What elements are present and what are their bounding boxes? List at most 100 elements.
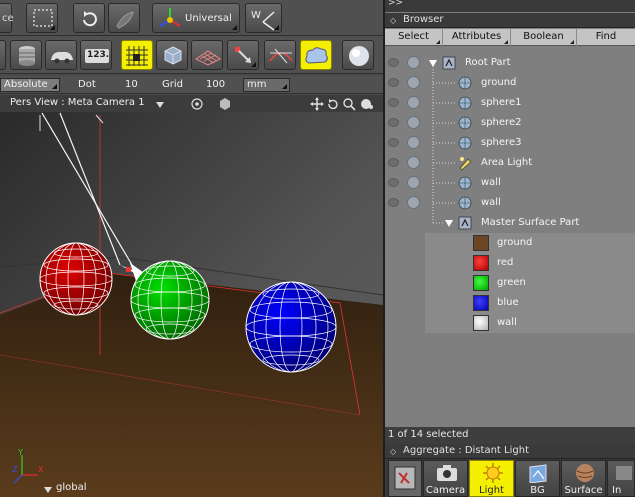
- pan-icon[interactable]: [310, 97, 324, 111]
- tree-item-wall-2[interactable]: wall: [385, 193, 635, 213]
- visibility-dot-icon[interactable]: [407, 76, 420, 89]
- move-point-button[interactable]: [227, 40, 259, 70]
- shape-icon: [458, 76, 472, 90]
- attributes-menu[interactable]: Attributes: [443, 29, 511, 46]
- visibility-dot-icon[interactable]: [407, 96, 420, 109]
- eye-icon[interactable]: [388, 178, 399, 187]
- expand-triangle-icon[interactable]: [445, 220, 453, 227]
- plane-snap-button[interactable]: [191, 40, 223, 70]
- rotate-icon: [83, 11, 97, 27]
- red-sphere[interactable]: [39, 242, 113, 316]
- surface-button[interactable]: Surface: [561, 460, 606, 497]
- boolean-menu[interactable]: Boolean: [511, 29, 577, 46]
- select-menu[interactable]: Select: [385, 29, 443, 46]
- select-menu-label: Select: [398, 31, 429, 42]
- zoom-icon[interactable]: [342, 97, 356, 111]
- world-local-button[interactable]: W: [245, 3, 282, 33]
- eye-icon[interactable]: [388, 98, 399, 107]
- cloud-sculpt-button[interactable]: [300, 40, 332, 70]
- panel-collapse-bar[interactable]: >>: [385, 0, 635, 12]
- partial-left-button[interactable]: ce: [0, 3, 14, 33]
- expand-marker[interactable]: >>: [388, 0, 403, 8]
- chevron-down-icon[interactable]: [44, 487, 52, 493]
- selection-rect-button[interactable]: [26, 3, 58, 33]
- aggregate-tool-button[interactable]: [388, 460, 422, 497]
- light-label: Light: [479, 485, 504, 496]
- chevron-down-icon[interactable]: [156, 102, 164, 108]
- coordinate-space-dropdown[interactable]: global: [56, 482, 87, 493]
- tree-item-ground[interactable]: ground: [385, 73, 635, 93]
- eye-icon[interactable]: [388, 78, 399, 87]
- orbit-icon[interactable]: [326, 97, 340, 111]
- shading-sphere-button[interactable]: [342, 40, 374, 70]
- surface-sphere-icon: [576, 464, 594, 482]
- green-sphere[interactable]: [130, 260, 210, 340]
- camera-button[interactable]: Camera: [423, 460, 468, 497]
- sun-icon: [483, 463, 503, 483]
- grid-value[interactable]: 100: [206, 79, 225, 90]
- background-icon: [529, 464, 547, 483]
- scene-render[interactable]: Y X Z: [0, 95, 383, 497]
- visibility-dot-icon[interactable]: [407, 156, 420, 169]
- tree-item-area-light[interactable]: Area Light: [385, 153, 635, 173]
- dot-label: Dot: [78, 79, 96, 90]
- curve-icon: [269, 48, 293, 64]
- image-button[interactable]: In: [607, 460, 635, 497]
- dot-value[interactable]: 10: [125, 79, 138, 90]
- curve-edit-button[interactable]: [264, 40, 296, 70]
- shape-icon: [458, 116, 472, 130]
- coordinate-mode-dropdown[interactable]: Absolute: [0, 78, 60, 92]
- tree-item-surface-wall[interactable]: wall: [385, 313, 635, 333]
- preview-render-button[interactable]: 123.: [80, 40, 112, 70]
- brush-button[interactable]: [108, 3, 140, 33]
- partial-button[interactable]: [0, 40, 6, 70]
- visibility-dot-icon[interactable]: [407, 196, 420, 209]
- grid-snap-button[interactable]: [121, 40, 153, 70]
- swatch-icon: [473, 255, 489, 271]
- background-button[interactable]: BG: [515, 460, 560, 497]
- eye-icon[interactable]: [388, 138, 399, 147]
- tree-item-sphere3[interactable]: sphere3: [385, 133, 635, 153]
- tree-item-label: Master Surface Part: [481, 217, 580, 228]
- cylinder-tool-button[interactable]: [10, 40, 42, 70]
- visibility-dot-icon[interactable]: [407, 136, 420, 149]
- scene-tree[interactable]: Root Part ground sphere1 sphere2 sphere3…: [385, 47, 635, 427]
- partial-left-label: ce: [2, 13, 14, 24]
- brush-icon: [116, 11, 134, 29]
- eye-icon[interactable]: [388, 118, 399, 127]
- tree-item-surface-red[interactable]: red: [385, 253, 635, 273]
- object-snap-button[interactable]: [156, 40, 188, 70]
- fit-view-icon[interactable]: [360, 97, 374, 111]
- tree-item-surface-blue[interactable]: blue: [385, 293, 635, 313]
- diamond-icon[interactable]: ◇: [390, 16, 396, 25]
- grid-icon: [126, 46, 148, 66]
- unit-dropdown[interactable]: mm: [243, 78, 290, 92]
- visibility-dot-icon[interactable]: [407, 116, 420, 129]
- expand-triangle-icon[interactable]: [429, 60, 437, 67]
- viewport-camera-dropdown[interactable]: Pers View : Meta Camera 1: [10, 97, 145, 108]
- tree-item-sphere1[interactable]: sphere1: [385, 93, 635, 113]
- eye-icon[interactable]: [388, 198, 399, 207]
- visibility-dot-icon[interactable]: [407, 56, 420, 69]
- cube-view-icon[interactable]: [218, 97, 232, 111]
- tree-item-surface-ground[interactable]: ground: [385, 233, 635, 253]
- light-button[interactable]: Light: [469, 460, 514, 497]
- find-menu[interactable]: Find: [577, 29, 635, 46]
- diamond-icon[interactable]: ◇: [390, 447, 396, 456]
- shape-icon: [458, 176, 472, 190]
- tree-item-surface-green[interactable]: green: [385, 273, 635, 293]
- rotate-view-button[interactable]: [73, 3, 105, 33]
- mesh-view-button[interactable]: [45, 40, 77, 70]
- perspective-viewport[interactable]: Y X Z Pers View : Meta Camera 1 global: [0, 95, 383, 497]
- tree-item-root-part[interactable]: Root Part: [385, 53, 635, 73]
- eye-icon[interactable]: [388, 58, 399, 67]
- aggregate-title: Aggregate : Distant Light: [403, 445, 529, 456]
- tree-item-sphere2[interactable]: sphere2: [385, 113, 635, 133]
- blue-sphere[interactable]: [245, 281, 337, 373]
- tree-item-wall-1[interactable]: wall: [385, 173, 635, 193]
- eye-icon[interactable]: [388, 158, 399, 167]
- visibility-dot-icon[interactable]: [407, 176, 420, 189]
- tree-item-master-surface-part[interactable]: Master Surface Part: [385, 213, 635, 233]
- universal-manipulator-button[interactable]: Universal: [152, 3, 240, 33]
- target-icon[interactable]: [190, 97, 204, 111]
